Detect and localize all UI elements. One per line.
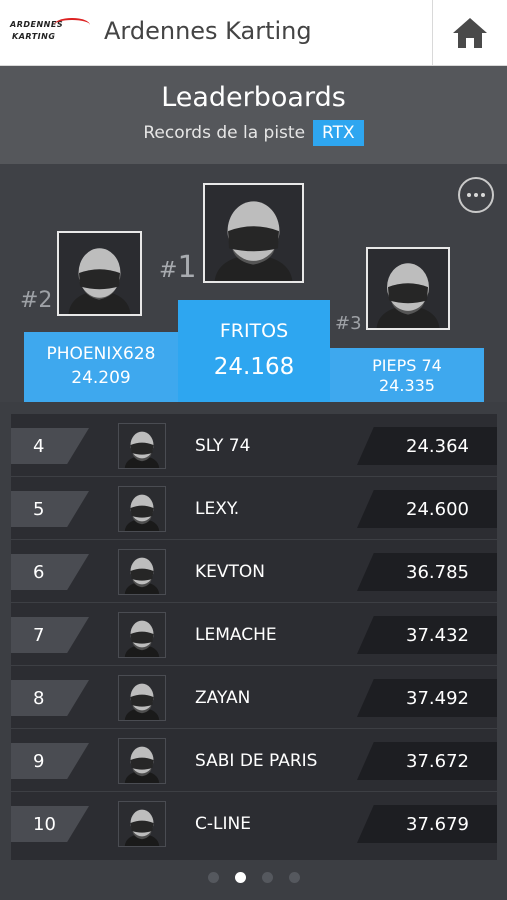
driver-name: LEXY. [195, 499, 240, 519]
driver-name: SLY 74 [195, 436, 251, 456]
more-icon-dot [467, 193, 471, 197]
rank-badge [11, 554, 89, 590]
table-row[interactable]: 8 ZAYAN 37.492 [11, 666, 497, 729]
lap-time: 37.672 [406, 751, 469, 772]
track-records-label: Records de la piste [143, 123, 306, 143]
podium-1-block[interactable]: FRITOS 24.168 [178, 300, 330, 402]
podium-2-name: PHOENIX628 [46, 344, 156, 364]
podium-2-time: 24.209 [71, 368, 131, 388]
driver-helmet-icon [124, 683, 160, 720]
page-indicator [0, 872, 507, 883]
driver-helmet-icon [124, 620, 160, 657]
driver-helmet-icon [124, 809, 160, 846]
lap-time: 37.679 [406, 814, 469, 835]
rank-badge [11, 617, 89, 653]
home-button[interactable] [432, 0, 507, 66]
rank-number: 7 [33, 625, 45, 646]
podium-rank-2-label: #2 [20, 288, 53, 313]
driver-avatar [118, 486, 166, 532]
driver-name: ZAYAN [195, 688, 251, 708]
podium-rank-1-label: #1 [159, 250, 197, 285]
leaderboard-table: 4 SLY 74 24.364 5 LEXY. 24.600 6 KEVTON … [11, 414, 497, 860]
page-dot-1[interactable] [207, 872, 219, 883]
track-records-row: Records de la piste RTX [0, 120, 507, 146]
driver-avatar [118, 801, 166, 847]
driver-avatar [118, 675, 166, 721]
rank-badge [11, 491, 89, 527]
rank-number: 4 [33, 436, 45, 457]
podium-1-avatar[interactable] [203, 183, 304, 283]
app-bar: ARDENNES KARTING Ardennes Karting [0, 0, 507, 66]
driver-helmet-icon [124, 746, 160, 783]
driver-avatar [118, 612, 166, 658]
table-row[interactable]: 7 LEMACHE 37.432 [11, 603, 497, 666]
podium-1-time: 24.168 [213, 354, 295, 380]
driver-helmet-icon [376, 263, 440, 328]
podium-2-block[interactable]: PHOENIX628 24.209 [24, 332, 178, 402]
rank-number: 8 [33, 688, 45, 709]
table-row[interactable]: 6 KEVTON 36.785 [11, 540, 497, 603]
lap-time: 36.785 [406, 562, 469, 583]
page-dot-4[interactable] [288, 872, 300, 883]
podium-3-block[interactable]: PIEPS 74 24.335 [330, 348, 484, 402]
driver-name: LEMACHE [195, 625, 277, 645]
page-dot-3[interactable] [261, 872, 273, 883]
home-icon [453, 18, 487, 48]
driver-helmet-icon [68, 248, 131, 314]
more-icon-dot [474, 193, 478, 197]
driver-avatar [118, 738, 166, 784]
rank-number: 10 [33, 814, 56, 835]
podium-3-name: PIEPS 74 [372, 356, 442, 375]
rank-number: 6 [33, 562, 45, 583]
table-row[interactable]: 10 C-LINE 37.679 [11, 792, 497, 855]
page-title: Leaderboards [161, 82, 346, 113]
rank-badge [11, 680, 89, 716]
app-title: Ardennes Karting [104, 17, 312, 45]
driver-name: C-LINE [195, 814, 251, 834]
logo-swoosh [54, 18, 90, 32]
table-row[interactable]: 5 LEXY. 24.600 [11, 477, 497, 540]
rank-badge [11, 428, 89, 464]
podium-3-time: 24.335 [379, 376, 435, 395]
more-icon-dot [481, 193, 485, 197]
table-row[interactable]: 4 SLY 74 24.364 [11, 414, 497, 477]
driver-avatar [118, 549, 166, 595]
lap-time: 24.600 [406, 499, 469, 520]
driver-helmet-icon [124, 494, 160, 531]
more-options-button[interactable] [458, 177, 494, 213]
driver-avatar [118, 423, 166, 469]
rank-number: 9 [33, 751, 45, 772]
table-row[interactable]: 9 SABI DE PARIS 37.672 [11, 729, 497, 792]
driver-helmet-icon [214, 201, 293, 281]
podium-1-name: FRITOS [219, 320, 289, 342]
driver-name: SABI DE PARIS [195, 751, 318, 771]
rank-badge [11, 743, 89, 779]
lap-time: 24.364 [406, 436, 469, 457]
logo-text-bottom: KARTING [12, 32, 56, 41]
podium-2-avatar[interactable] [57, 231, 142, 316]
driver-helmet-icon [124, 431, 160, 468]
podium-rank-3-label: #3 [335, 313, 362, 334]
lap-time: 37.432 [406, 625, 469, 646]
driver-name: KEVTON [195, 562, 266, 582]
kart-class-selector[interactable]: RTX [313, 120, 364, 146]
rank-number: 5 [33, 499, 45, 520]
driver-helmet-icon [124, 557, 160, 594]
page-dot-2[interactable] [234, 872, 246, 883]
podium-3-avatar[interactable] [366, 247, 450, 330]
brand-logo: ARDENNES KARTING [10, 18, 92, 50]
leaderboard-header: Leaderboards Records de la piste RTX [0, 66, 507, 164]
lap-time: 37.492 [406, 688, 469, 709]
